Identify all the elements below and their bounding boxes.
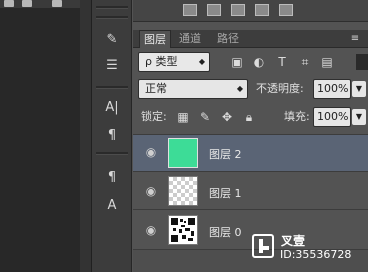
- fill-chevron-icon[interactable]: ▼: [352, 109, 366, 125]
- canvas-topbar: [0, 0, 80, 8]
- chevron-down-icon: ◆: [236, 84, 243, 93]
- opacity-input[interactable]: 100%: [313, 79, 351, 99]
- character-styles-icon[interactable]: A: [104, 198, 120, 214]
- lock-icon[interactable]: 🔒︎: [242, 109, 256, 125]
- smart-object-filter-icon[interactable]: ▤: [320, 54, 334, 70]
- adjustment-icon[interactable]: [207, 4, 221, 16]
- move-icon[interactable]: ✥: [220, 109, 234, 125]
- layer-thumbnail: [168, 138, 198, 168]
- lock-transparent-icon[interactable]: ▦: [176, 109, 190, 125]
- layer-row[interactable]: ◉ 图层 2: [133, 134, 368, 171]
- adjustment-icon[interactable]: [255, 4, 269, 16]
- brush-icon[interactable]: ✎: [198, 109, 212, 125]
- canvas-scroll-edge: [80, 0, 92, 272]
- brush-presets-icon[interactable]: ✎: [104, 32, 120, 48]
- layer-row[interactable]: ◉ 图层 0: [133, 209, 368, 249]
- paragraph-panel-icon[interactable]: ¶: [104, 128, 120, 144]
- camera-icon[interactable]: [22, 0, 32, 7]
- blend-mode-select[interactable]: 正常 ◆: [138, 79, 248, 99]
- adjustment-icon[interactable]: [279, 4, 293, 16]
- paragraph-styles-icon[interactable]: ¶: [104, 170, 120, 186]
- type-filter-icon[interactable]: T: [275, 54, 289, 70]
- adjustment-icons-row: [133, 0, 368, 22]
- strip-separator: [96, 152, 128, 155]
- blend-mode-label: 正常: [145, 82, 167, 95]
- strip-separator: [96, 86, 128, 89]
- layer-thumbnail: [168, 215, 198, 245]
- fill-label: 填充:: [284, 110, 310, 123]
- lock-label: 锁定:: [141, 110, 167, 123]
- mini-thumb-icon: [4, 0, 14, 7]
- qr-code-image: [171, 218, 195, 242]
- adjustments-icon[interactable]: ☰: [104, 58, 120, 74]
- fill-input[interactable]: 100%: [313, 107, 351, 127]
- character-panel-icon[interactable]: A|: [104, 100, 120, 116]
- layer-name[interactable]: 图层 2: [209, 146, 242, 162]
- watermark-logo-icon: [252, 234, 274, 258]
- document-canvas-area: [0, 0, 92, 272]
- watermark-id: ID:35536728: [280, 248, 352, 261]
- eye-icon[interactable]: ◉: [143, 146, 159, 158]
- adjustment-icon[interactable]: [183, 4, 197, 16]
- pixel-filter-icon[interactable]: ▣: [230, 54, 244, 70]
- filter-kind-select[interactable]: ρ 类型 ◆: [138, 52, 210, 72]
- strip-separator: [96, 6, 128, 9]
- shape-filter-icon[interactable]: ⌗: [298, 54, 312, 70]
- filter-toggle[interactable]: [356, 54, 368, 70]
- tab-paths[interactable]: 路径: [211, 30, 245, 48]
- chevron-down-icon: ◆: [198, 57, 205, 66]
- panel-menu-icon[interactable]: ≡: [347, 31, 363, 47]
- adjustment-filter-icon[interactable]: ◐: [252, 54, 266, 70]
- eye-icon[interactable]: ◉: [143, 185, 159, 197]
- panel-tabbar: 图层 通道 路径 ≡: [133, 30, 368, 48]
- opacity-chevron-icon[interactable]: ▼: [352, 81, 366, 97]
- filter-kind-label: ρ 类型: [145, 55, 178, 68]
- opacity-label: 不透明度:: [256, 82, 304, 95]
- layer-name[interactable]: 图层 1: [209, 185, 242, 201]
- adjustment-icon[interactable]: [231, 4, 245, 16]
- layer-name[interactable]: 图层 0: [209, 224, 242, 240]
- collapsed-panel-strip: ✎ ☰ A| ¶ ¶ A: [92, 0, 132, 272]
- layer-thumbnail: [168, 176, 198, 206]
- tab-channels[interactable]: 通道: [173, 30, 207, 48]
- eye-icon[interactable]: ◉: [143, 224, 159, 236]
- strip-separator: [96, 16, 128, 19]
- trash-icon[interactable]: [52, 0, 62, 7]
- tab-layers[interactable]: 图层: [139, 30, 171, 48]
- watermark-brand: 叉壹: [281, 234, 306, 248]
- layer-row[interactable]: ◉ 图层 1: [133, 171, 368, 209]
